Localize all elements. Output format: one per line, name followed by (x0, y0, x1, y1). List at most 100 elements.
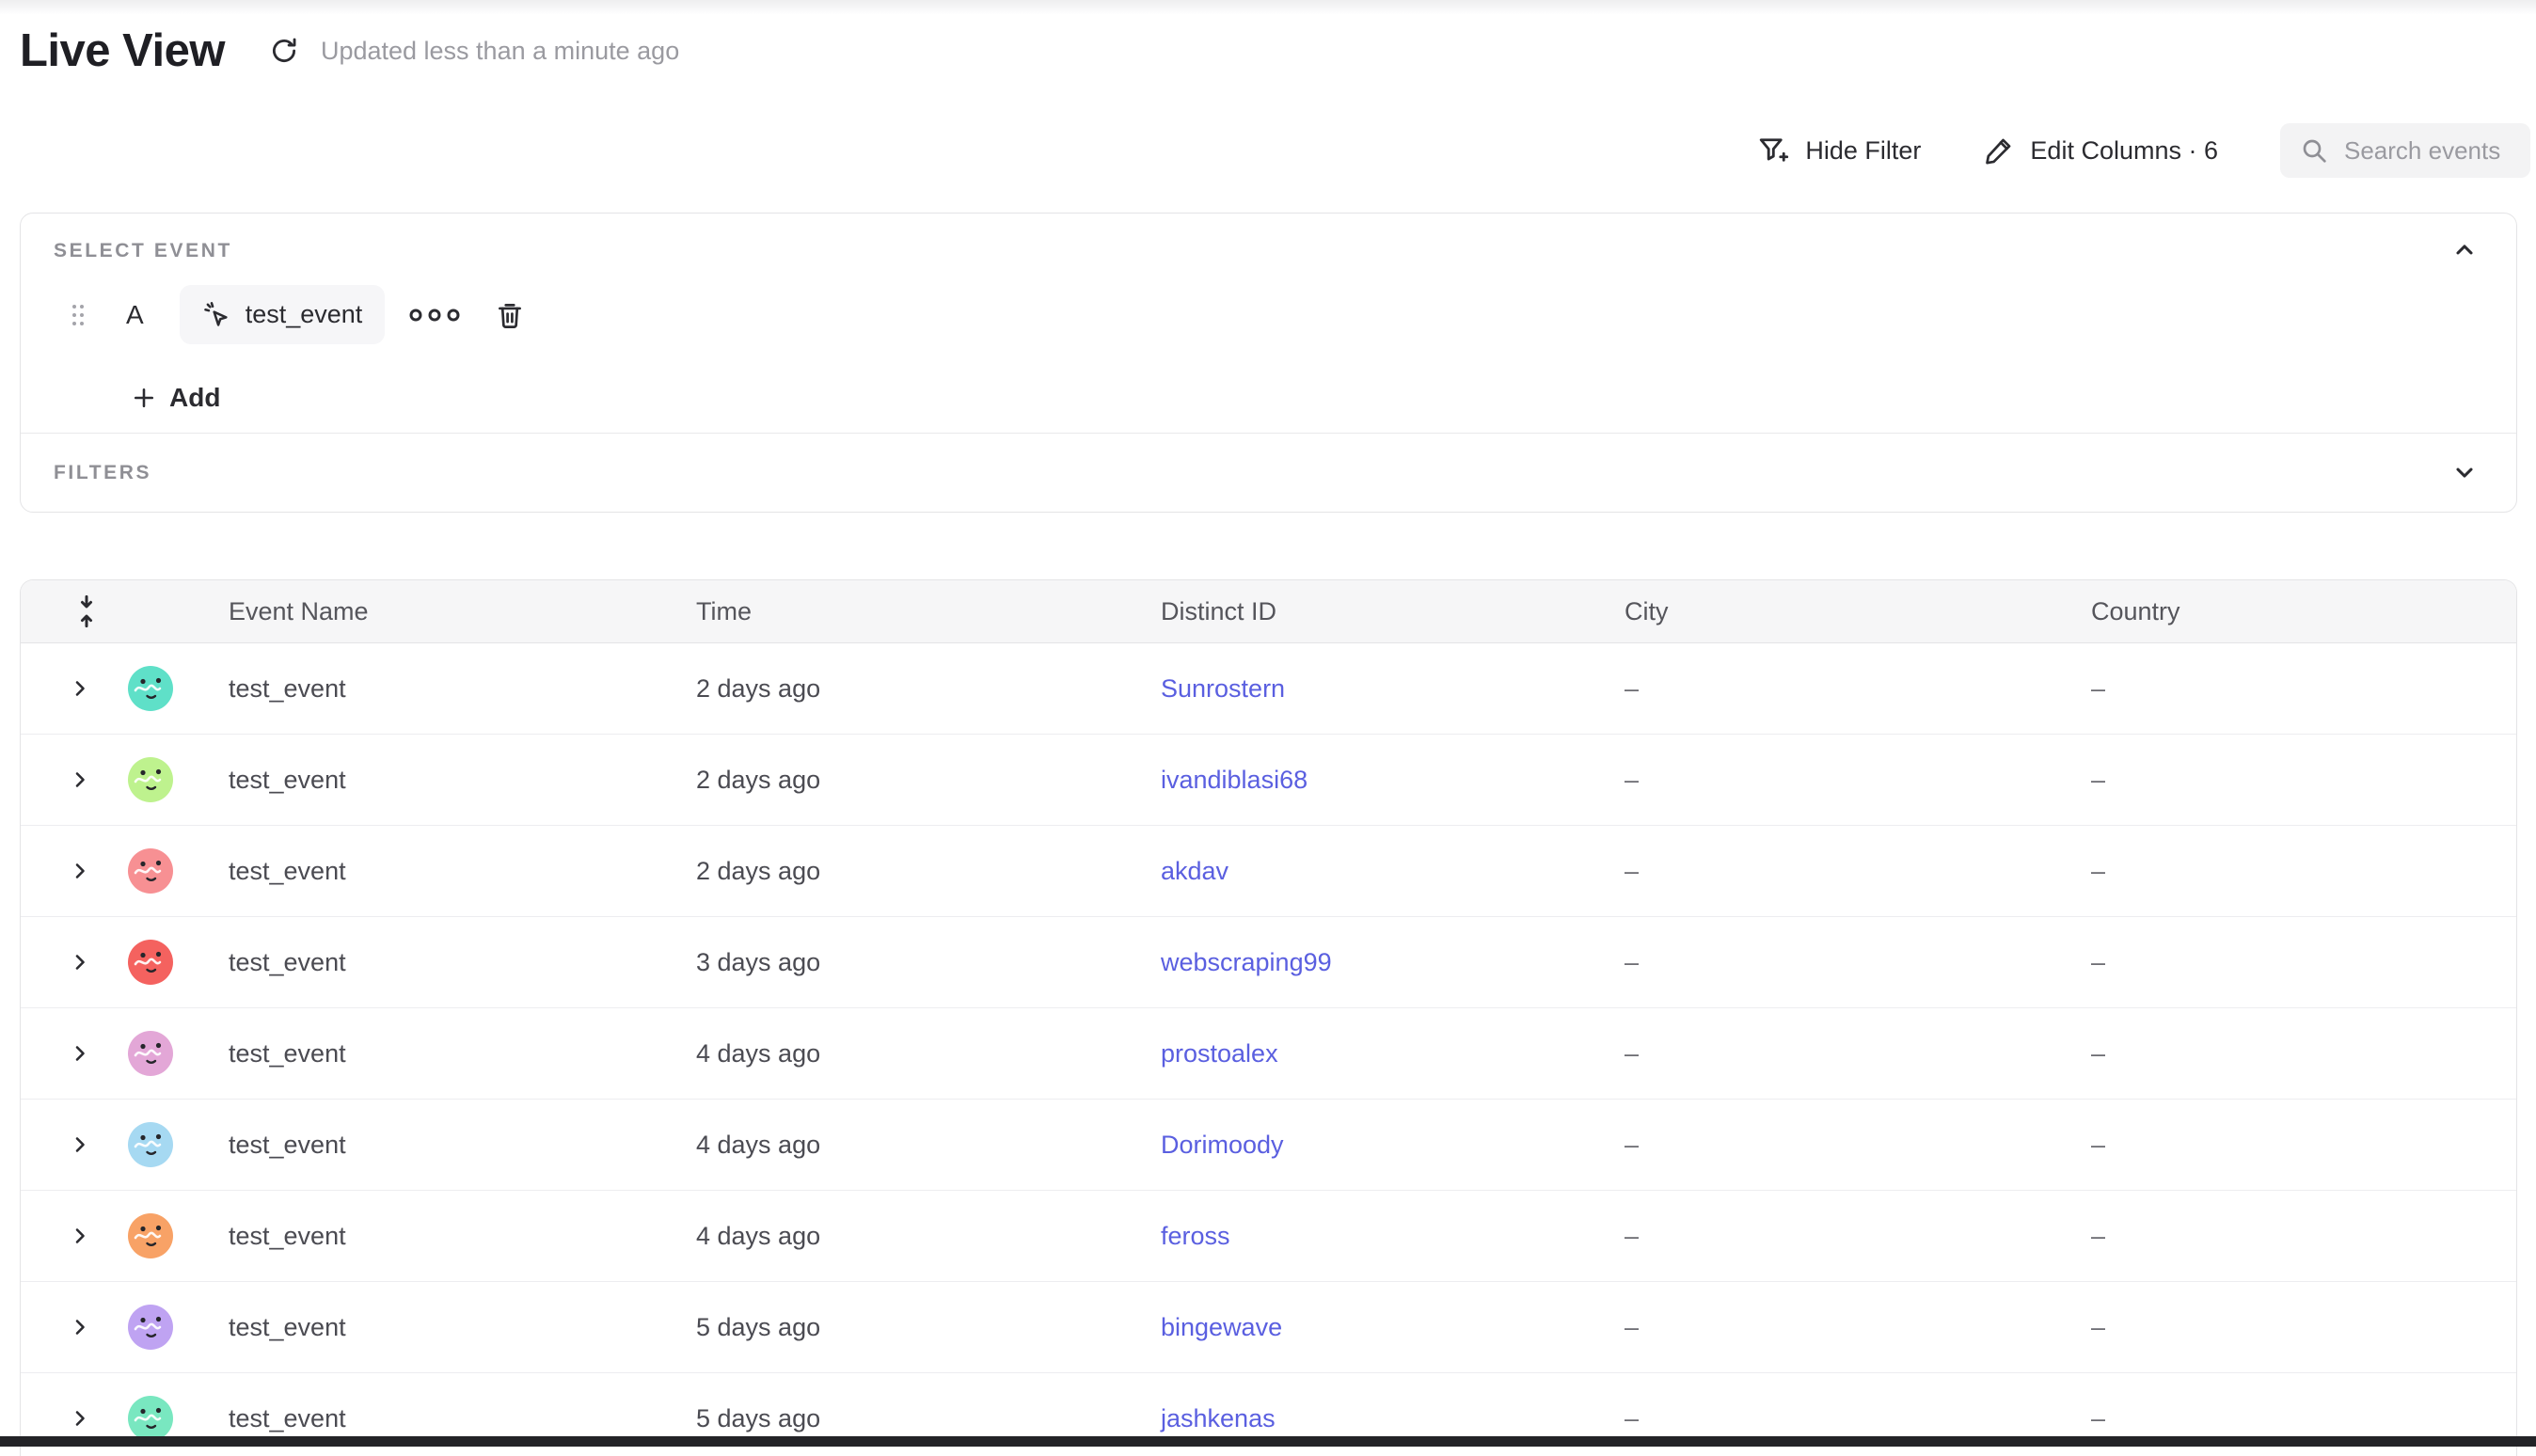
distinct-id-cell: akdav (1161, 857, 1625, 886)
country-cell: – (2091, 674, 2516, 704)
distinct-id-cell: feross (1161, 1222, 1625, 1251)
table-body: test_event 2 days ago Sunrostern – – (21, 643, 2516, 1456)
updated-status: Updated less than a minute ago (321, 37, 679, 66)
drag-handle-icon[interactable] (70, 301, 87, 329)
collapse-rows-icon (71, 593, 103, 630)
time-cell: 3 days ago (696, 948, 1161, 977)
trash-icon[interactable] (494, 299, 526, 331)
event-name-cell: test_event (229, 857, 696, 886)
event-name-cell: test_event (229, 1131, 696, 1160)
collapse-rows-button[interactable] (21, 593, 229, 630)
distinct-id-link[interactable]: feross (1161, 1222, 1230, 1250)
city-cell: – (1625, 1222, 2091, 1251)
column-header-event-name: Event Name (229, 597, 696, 626)
distinct-id-link[interactable]: ivandiblasi68 (1161, 766, 1308, 794)
expand-filters-button[interactable] (2449, 456, 2481, 488)
city-cell: – (1625, 674, 2091, 704)
event-name-cell: test_event (229, 1222, 696, 1251)
edit-columns-button[interactable]: Edit Columns · 6 (1983, 135, 2218, 166)
avatar (128, 848, 173, 894)
events-table: Event Name Time Distinct ID City Country (20, 579, 2517, 1456)
toolbar: Hide Filter Edit Columns · 6 (1756, 123, 2530, 178)
event-name-cell: test_event (229, 674, 696, 704)
country-cell: – (2091, 948, 2516, 977)
event-picker-button[interactable]: test_event (180, 285, 386, 344)
expand-row-button[interactable] (68, 1224, 92, 1248)
event-name-cell: test_event (229, 1039, 696, 1068)
event-name-cell: test_event (229, 766, 696, 795)
distinct-id-link[interactable]: Sunrostern (1161, 674, 1285, 703)
avatar (128, 1031, 173, 1076)
country-cell: – (2091, 1313, 2516, 1342)
search-input[interactable] (2342, 135, 2529, 166)
refresh-button[interactable] (266, 33, 302, 69)
table-row: test_event 4 days ago prostoalex – – (21, 1008, 2516, 1100)
time-cell: 2 days ago (696, 857, 1161, 886)
hide-filter-button[interactable]: Hide Filter (1756, 134, 1921, 167)
time-cell: 4 days ago (696, 1131, 1161, 1160)
avatar (128, 1213, 173, 1258)
country-cell: – (2091, 1131, 2516, 1160)
event-picker-label: test_event (246, 300, 363, 329)
plus-icon (131, 385, 157, 411)
page-title: Live View (20, 24, 225, 77)
expand-row-button[interactable] (68, 1406, 92, 1431)
cursor-click-icon (202, 300, 232, 330)
search-icon (2299, 135, 2329, 166)
filters-label: FILTERS (54, 462, 151, 484)
distinct-id-cell: prostoalex (1161, 1039, 1625, 1068)
country-cell: – (2091, 1222, 2516, 1251)
table-row: test_event 4 days ago Dorimoody – – (21, 1100, 2516, 1191)
country-cell: – (2091, 1404, 2516, 1433)
distinct-id-cell: Sunrostern (1161, 674, 1625, 704)
table-row: test_event 2 days ago ivandiblasi68 – – (21, 735, 2516, 826)
expand-row-button[interactable] (68, 676, 92, 701)
avatar (128, 666, 173, 711)
collapse-section-button[interactable] (2449, 234, 2481, 266)
distinct-id-link[interactable]: bingewave (1161, 1313, 1282, 1341)
hide-filter-label: Hide Filter (1805, 136, 1921, 166)
distinct-id-link[interactable]: jashkenas (1161, 1404, 1276, 1432)
city-cell: – (1625, 766, 2091, 795)
avatar (128, 1122, 173, 1167)
edit-columns-label: Edit Columns · 6 (2030, 136, 2218, 166)
distinct-id-link[interactable]: webscraping99 (1161, 948, 1332, 976)
time-cell: 2 days ago (696, 674, 1161, 704)
column-header-city: City (1625, 597, 2091, 626)
city-cell: – (1625, 1039, 2091, 1068)
expand-row-button[interactable] (68, 1041, 92, 1066)
event-name-cell: test_event (229, 948, 696, 977)
expand-row-button[interactable] (68, 950, 92, 974)
refresh-icon (268, 35, 300, 67)
top-edge-fade (0, 0, 2536, 15)
table-row: test_event 3 days ago webscraping99 – – (21, 917, 2516, 1008)
time-cell: 4 days ago (696, 1222, 1161, 1251)
city-cell: – (1625, 1131, 2091, 1160)
distinct-id-cell: jashkenas (1161, 1404, 1625, 1433)
expand-row-button[interactable] (68, 859, 92, 883)
expand-row-button[interactable] (68, 1315, 92, 1339)
city-cell: – (1625, 1404, 2091, 1433)
country-cell: – (2091, 1039, 2516, 1068)
city-cell: – (1625, 1313, 2091, 1342)
country-cell: – (2091, 766, 2516, 795)
chevron-up-icon (2451, 237, 2478, 263)
expand-row-button[interactable] (68, 1132, 92, 1157)
add-event-button[interactable]: Add (131, 383, 220, 413)
expand-row-button[interactable] (68, 768, 92, 792)
distinct-id-link[interactable]: akdav (1161, 857, 1228, 885)
distinct-id-cell: webscraping99 (1161, 948, 1625, 977)
table-row: test_event 2 days ago akdav – – (21, 826, 2516, 917)
more-options-icon[interactable] (407, 306, 462, 324)
select-event-section: SELECT EVENT A (21, 214, 2516, 434)
table-header-row: Event Name Time Distinct ID City Country (21, 580, 2516, 643)
time-cell: 4 days ago (696, 1039, 1161, 1068)
distinct-id-link[interactable]: Dorimoody (1161, 1131, 1284, 1159)
time-cell: 5 days ago (696, 1313, 1161, 1342)
filter-plus-icon (1756, 134, 1790, 167)
country-cell: – (2091, 857, 2516, 886)
table-row: test_event 2 days ago Sunrostern – – (21, 643, 2516, 735)
avatar (128, 1396, 173, 1441)
search-events-box[interactable] (2280, 123, 2530, 178)
distinct-id-link[interactable]: prostoalex (1161, 1039, 1278, 1068)
